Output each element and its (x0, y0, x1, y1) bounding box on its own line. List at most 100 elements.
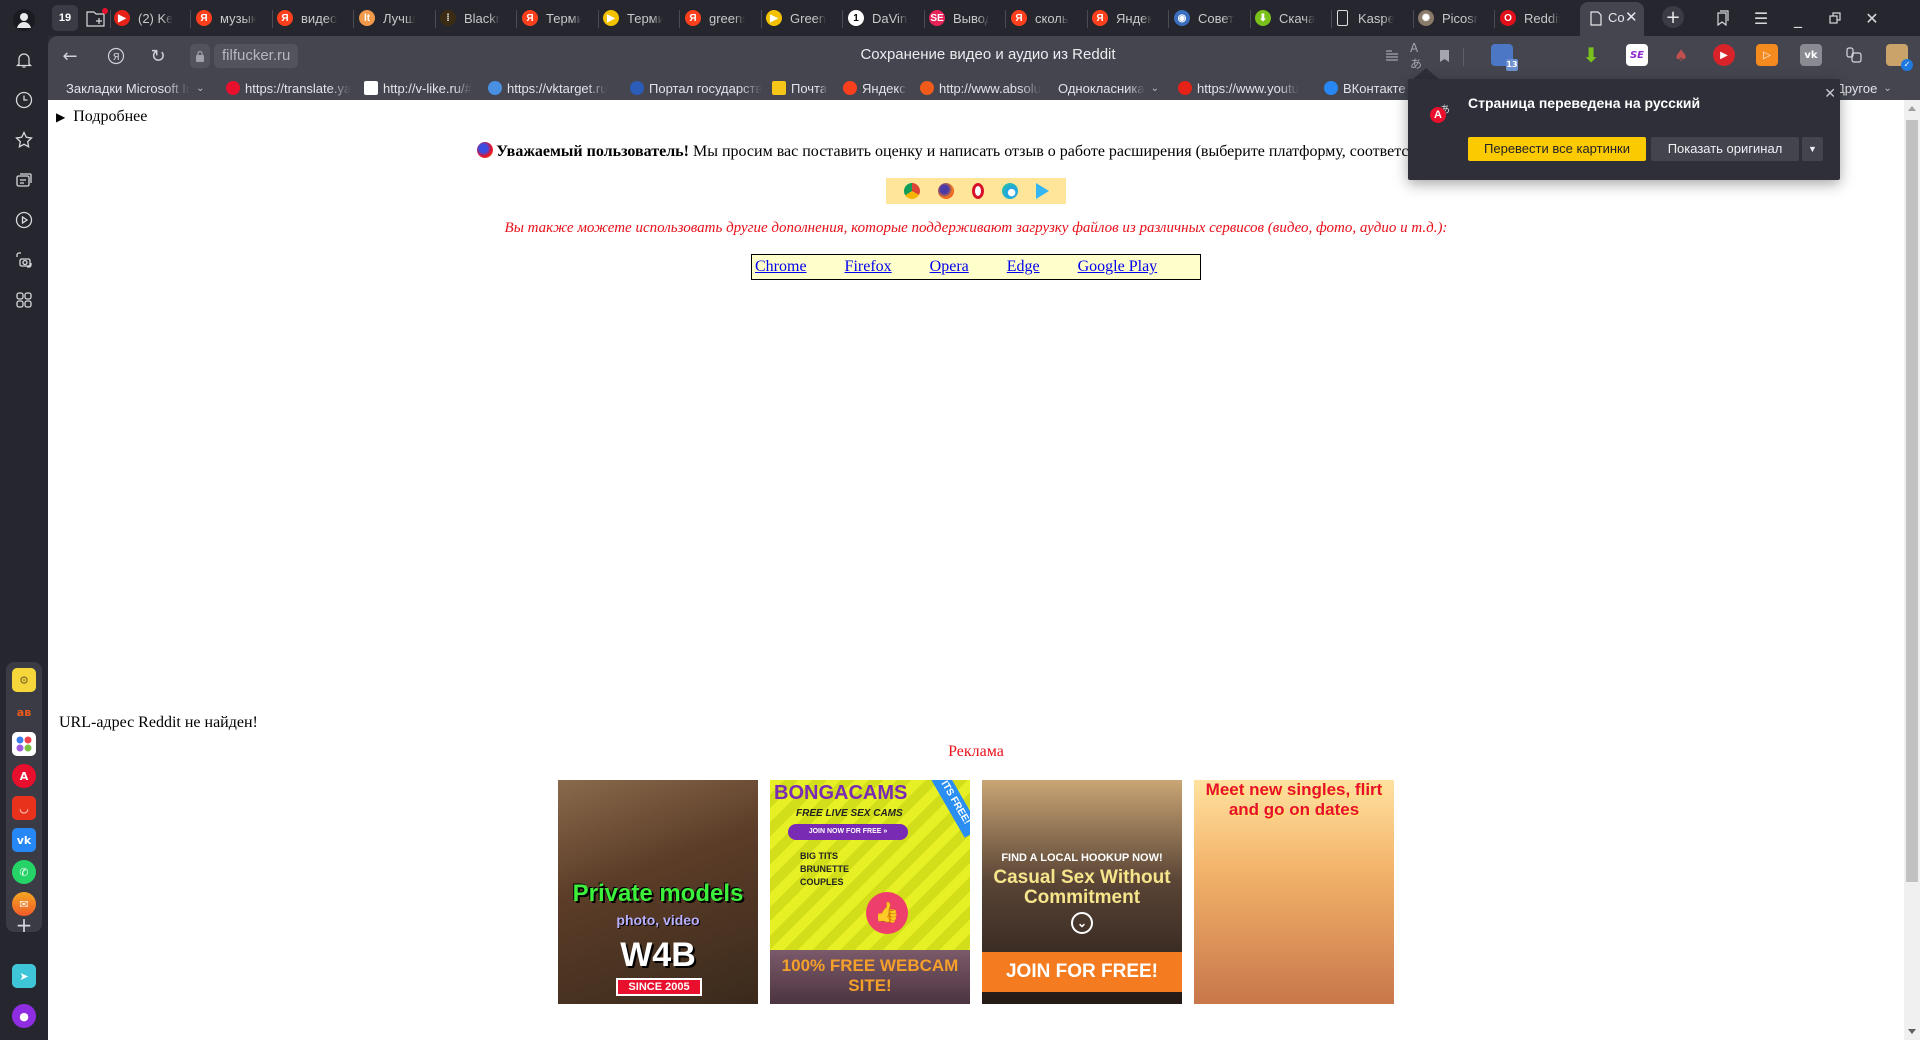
chrome-icon[interactable] (903, 183, 920, 199)
extension-stamp-icon[interactable]: ♠ (1670, 44, 1692, 66)
history-clock-icon[interactable] (10, 86, 38, 114)
bookmark-item[interactable]: Однокласника ⌄ (1058, 80, 1168, 96)
tab[interactable]: O Reddit (1500, 4, 1572, 32)
translate-options-chevron-icon[interactable]: ▼ (1802, 137, 1823, 161)
extension-vk-icon[interactable]: vk (1800, 44, 1822, 66)
link-chrome[interactable]: Chrome (755, 258, 807, 276)
tabs-overview-button[interactable]: 19 (52, 5, 78, 31)
tab-label: Greens (790, 10, 826, 26)
tab[interactable]: Я Яндек (1092, 4, 1164, 32)
scroll-up-arrow-icon[interactable] (1908, 106, 1916, 111)
close-icon[interactable]: ✕ (1824, 85, 1836, 102)
tab[interactable]: Kasper (1337, 4, 1409, 32)
sidebar-add-app-icon[interactable]: + (12, 913, 36, 937)
sidebar-app-ab-icon[interactable]: ав (12, 700, 36, 724)
bookmark-item[interactable]: Портал государств (630, 80, 764, 96)
menu-hamburger-icon[interactable]: ☰ (1747, 6, 1775, 30)
tab[interactable]: lt Лучш (359, 4, 431, 32)
close-tab-icon[interactable]: ✕ (1625, 8, 1638, 26)
show-original-button[interactable]: Показать оригинал (1651, 137, 1799, 161)
new-tab-plus-icon[interactable]: + (1662, 6, 1684, 28)
link-google-play[interactable]: Google Play (1078, 258, 1158, 276)
bookmark-page-icon[interactable] (1434, 46, 1454, 66)
sidebar-app-whatsapp-icon[interactable]: ✆ (12, 860, 36, 884)
bookmark-item[interactable]: https://www.youtu (1178, 80, 1316, 96)
sidebar-app-aliexpress-icon[interactable]: ◡ (12, 796, 36, 820)
bookmarks-other-folder[interactable]: Другое ⌄ (1836, 80, 1892, 96)
bookmark-item[interactable]: https://translate.ya (226, 80, 356, 96)
tab-active[interactable]: Co ✕ (1580, 2, 1644, 36)
tab[interactable]: Яgreens (685, 4, 757, 32)
ad-banner-bongacams[interactable]: BONGACAMS FREE LIVE SEX CAMS ITS FREE! J… (770, 780, 970, 1004)
scrollbar-thumb[interactable] (1906, 120, 1918, 882)
extension-se-icon[interactable]: SE (1626, 44, 1648, 66)
bookmarks-panel-icon[interactable] (1708, 6, 1736, 30)
firefox-icon[interactable] (937, 183, 954, 199)
translate-icon[interactable]: Aあ (1410, 41, 1430, 71)
video-play-icon[interactable] (10, 206, 38, 234)
new-tab-group-icon[interactable] (86, 8, 108, 28)
bookmark-item[interactable]: http://v-like.ru/# (364, 80, 480, 96)
reader-mode-icon[interactable] (1382, 46, 1402, 66)
extension-puzzle-icon[interactable] (1843, 44, 1865, 66)
translate-images-button[interactable]: Перевести все картинки (1468, 137, 1646, 161)
bookmark-item[interactable]: Закладки Microsoft Ir ⌄ (66, 80, 216, 96)
close-window-icon[interactable]: ✕ (1858, 6, 1886, 30)
scroll-down-arrow-icon[interactable] (1908, 1029, 1916, 1034)
tab[interactable]: ▶ Greens (766, 4, 838, 32)
tab[interactable]: SE Вывод (929, 4, 1001, 32)
sidebar-app-translate-icon[interactable]: A (12, 764, 36, 788)
collections-icon[interactable] (10, 166, 38, 194)
lock-icon[interactable] (190, 44, 210, 68)
link-opera[interactable]: Opera (930, 258, 969, 276)
notifications-bell-icon[interactable] (10, 46, 38, 74)
reload-icon[interactable]: ↻ (146, 44, 170, 68)
back-arrow-icon[interactable]: ← (58, 44, 82, 68)
tab[interactable]: 1 DaVinc (848, 4, 920, 32)
extension-youtube-icon[interactable]: ▶ (1713, 44, 1735, 66)
tab[interactable]: Явидео (277, 4, 349, 32)
restore-window-icon[interactable] (1821, 6, 1849, 30)
extension-player-icon[interactable]: ▷ (1756, 44, 1778, 66)
ad-banner-private-models[interactable]: Private models photo, video W4B SINCE 20… (558, 780, 758, 1004)
bookmark-item[interactable]: http://www.absolu (920, 80, 1050, 96)
services-grid-icon[interactable] (10, 286, 38, 314)
link-edge[interactable]: Edge (1007, 258, 1040, 276)
extension-download-icon[interactable]: ⬇ (1580, 43, 1602, 67)
tab[interactable]: Ясколь (1011, 4, 1083, 32)
tab[interactable]: ◉ Совет (1174, 4, 1246, 32)
minimize-window-icon[interactable]: _ (1784, 6, 1812, 30)
edge-icon[interactable] (1001, 183, 1018, 199)
link-firefox[interactable]: Firefox (845, 258, 892, 276)
screenshot-camera-icon[interactable] (10, 246, 38, 274)
bookmark-item[interactable]: Почта (772, 80, 836, 96)
tab[interactable]: ⬇ Скача (1255, 4, 1327, 32)
extension-box-icon[interactable]: ✓ (1886, 44, 1913, 71)
ad2-list-item: COUPLES (800, 877, 844, 887)
bookmark-item[interactable]: https://vktarget.ru (488, 80, 622, 96)
tab-separator (679, 10, 680, 28)
opera-icon[interactable] (971, 183, 984, 199)
bookmark-item[interactable]: Яндекс (843, 80, 913, 96)
google-play-icon[interactable] (1035, 183, 1049, 199)
tab[interactable]: ✺ Picosm (1418, 4, 1490, 32)
bookmarks-star-icon[interactable] (10, 126, 38, 154)
details-disclosure[interactable]: ▶ Подробнее (56, 108, 147, 126)
tab[interactable]: ▶ Терми (603, 4, 675, 32)
ad-banner-hookup[interactable]: FIND A LOCAL HOOKUP NOW! Casual Sex With… (982, 780, 1182, 1004)
url-field[interactable]: filfucker.ru (214, 44, 299, 68)
yandex-home-icon[interactable]: Я (104, 44, 128, 68)
extension-calendar-icon[interactable]: 13 (1491, 44, 1518, 71)
tab[interactable]: Ямузык (196, 4, 268, 32)
tab[interactable]: ▶ (2) Ke (114, 4, 186, 32)
sidebar-messenger-icon[interactable]: ➤ (12, 964, 36, 988)
tab[interactable]: Я Терми (522, 4, 594, 32)
sidebar-app-vk-icon[interactable]: vk (12, 828, 36, 852)
sidebar-app-yandex-services-icon[interactable] (12, 732, 36, 756)
ad-banner-singles[interactable]: Meet new singles, flirt and go on dates (1194, 780, 1394, 1004)
page-scrollbar[interactable] (1904, 100, 1920, 1040)
sidebar-app-extension-icon[interactable]: ⚙ (12, 668, 36, 692)
profile-avatar-icon[interactable] (10, 6, 38, 34)
sidebar-alice-icon[interactable]: ● (12, 1004, 36, 1028)
tab[interactable]: ⁞ Blackn (440, 4, 512, 32)
